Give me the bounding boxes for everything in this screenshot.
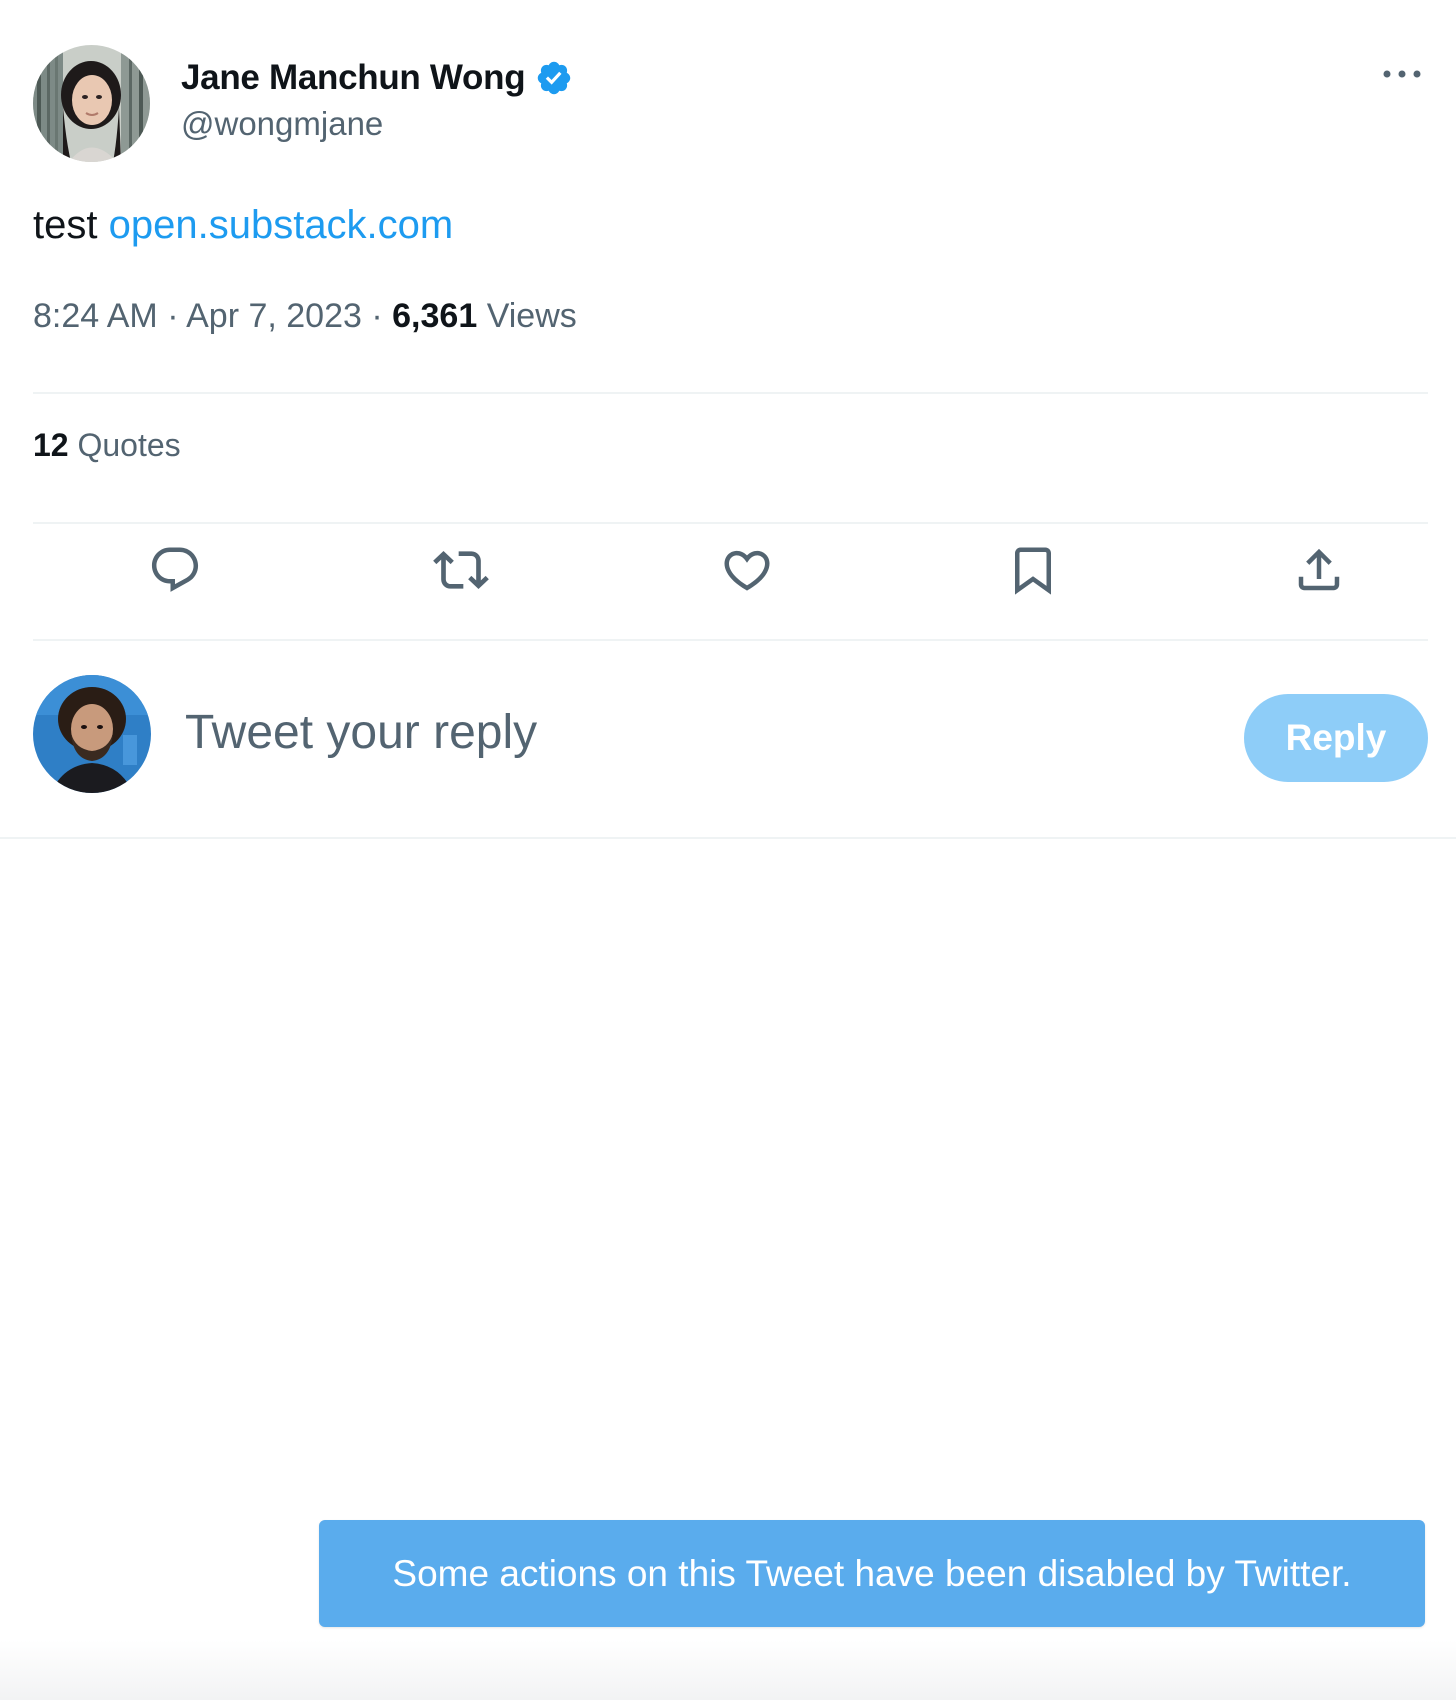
tweet-text-body: test [33,203,98,247]
tweet-time[interactable]: 8:24 AM [33,297,158,335]
bottom-fade [0,1640,1456,1700]
quotes-count: 12 [33,427,69,463]
bookmark-icon [1015,547,1051,595]
meta-separator: · [371,297,383,335]
share-icon [1298,548,1340,591]
author-avatar[interactable] [33,45,150,162]
like-icon [724,550,770,591]
more-options-button[interactable] [1376,59,1428,89]
tweet-actions [33,525,1428,615]
quotes-link[interactable]: 12 Quotes [33,427,181,464]
views-label: Views [486,297,577,335]
reply-action-button[interactable] [130,525,220,615]
display-name-line: Jane Manchun Wong [181,55,573,101]
divider [33,392,1428,394]
reply-composer: Reply [33,675,1428,795]
page: Jane Manchun Wong @wongmjane test open.s… [0,0,1456,1700]
more-dots-icon [1383,70,1421,78]
views-count: 6,361 [392,297,478,335]
author-names: Jane Manchun Wong @wongmjane [181,55,573,143]
reply-input[interactable] [185,697,1085,767]
divider [33,639,1428,641]
divider [33,522,1428,524]
tweet-date[interactable]: Apr 7, 2023 [186,297,362,335]
retweet-icon [433,551,489,589]
author-display-name[interactable]: Jane Manchun Wong [181,58,526,98]
share-action-button[interactable] [1274,525,1364,615]
bookmark-action-button[interactable] [988,525,1078,615]
meta-separator: · [167,297,179,335]
like-action-button[interactable] [702,525,792,615]
reply-button[interactable]: Reply [1244,694,1428,782]
disabled-actions-toast: Some actions on this Tweet have been dis… [319,1520,1425,1627]
tweet-meta: 8:24 AM · Apr 7, 2023 · 6,361 Views [33,297,577,336]
tweet-text: test open.substack.com [33,203,453,248]
tweet-author-row: Jane Manchun Wong @wongmjane [33,45,1428,165]
tweet-link[interactable]: open.substack.com [109,203,454,247]
author-handle[interactable]: @wongmjane [181,105,573,143]
quotes-label: Quotes [77,427,181,463]
current-user-avatar[interactable] [33,675,151,793]
retweet-action-button[interactable] [416,525,506,615]
reply-icon [151,547,199,592]
verified-badge-icon [535,59,573,97]
composer-divider [0,837,1456,839]
